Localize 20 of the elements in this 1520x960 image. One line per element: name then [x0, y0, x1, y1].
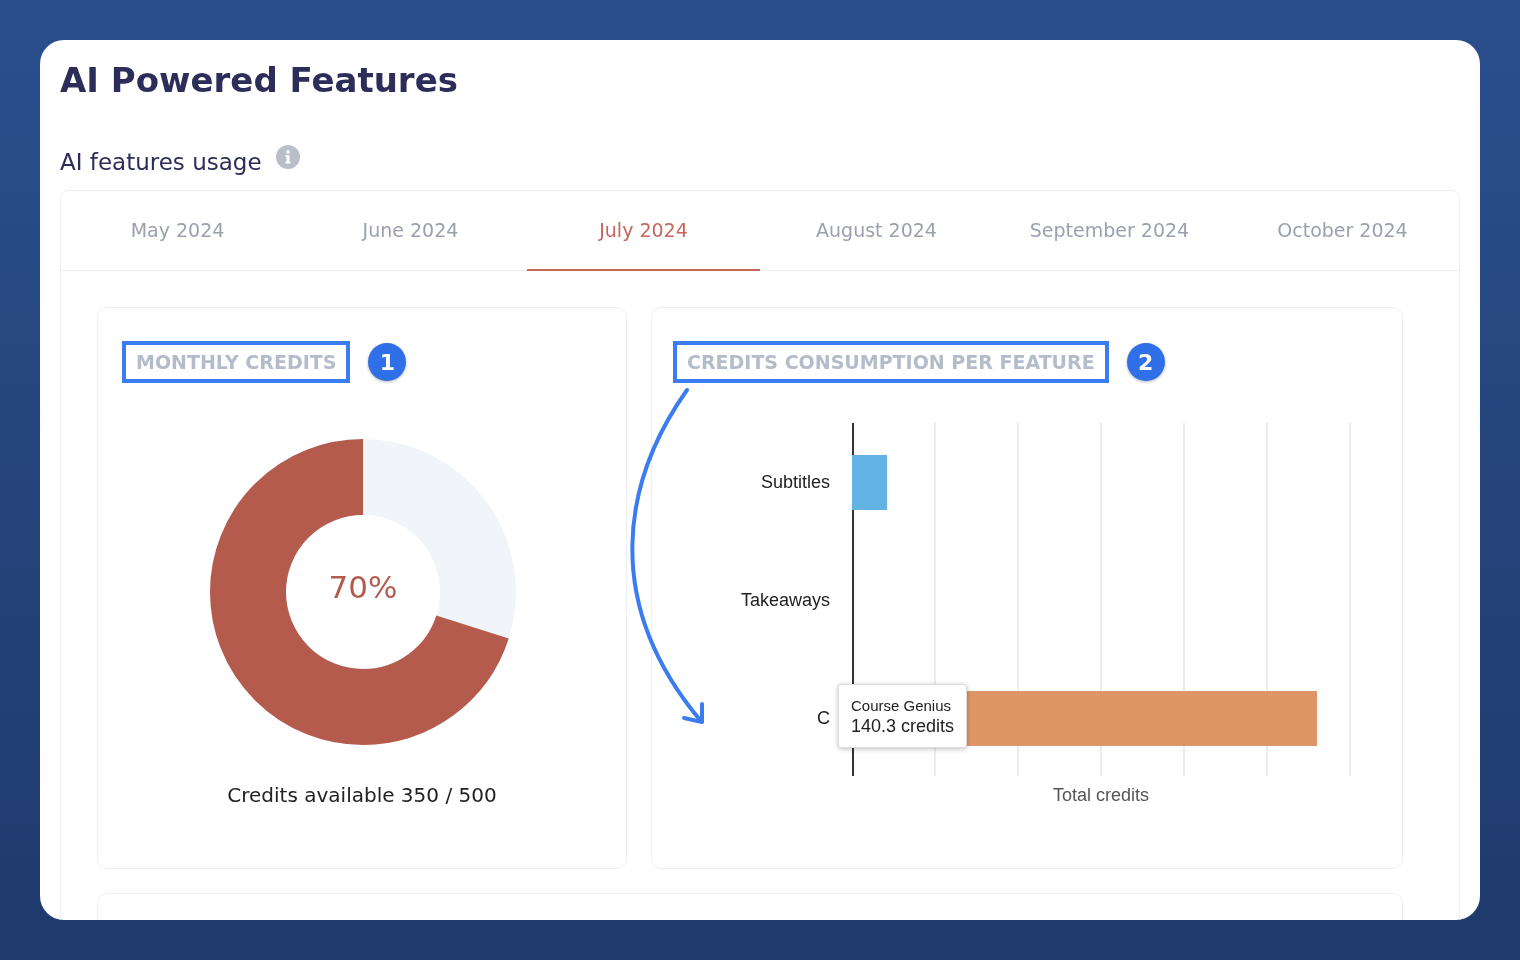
page-title: AI Powered Features: [60, 59, 459, 102]
number-badge: 2: [1126, 343, 1165, 381]
month-tab[interactable]: June 2024: [294, 191, 527, 271]
month-tab[interactable]: August 2024: [760, 191, 993, 271]
bar-label: Subtitles: [759, 471, 830, 493]
bar-label: Takeaways: [739, 589, 830, 611]
month-tab[interactable]: October 2024: [1226, 191, 1459, 271]
number-badge: 1: [368, 343, 407, 381]
credits-caption: Credits available 350 / 500: [226, 783, 498, 807]
section-title: AI features usage: [60, 149, 262, 175]
bar-label: C: [816, 707, 830, 729]
percent-value: 70%: [327, 569, 399, 605]
tooltip: Course Genius 140.3 credits: [838, 684, 968, 748]
info-icon[interactable]: [275, 145, 300, 169]
card-heading: CREDITS CONSUMPTION PER FEATURE: [673, 341, 1109, 383]
month-tab[interactable]: July 2024: [527, 191, 760, 271]
card-heading: MONTHLY CREDITS: [122, 341, 351, 383]
axis-title: Total credits: [1051, 785, 1150, 806]
month-tab[interactable]: May 2024: [61, 191, 294, 271]
month-tab[interactable]: September 2024: [993, 191, 1226, 271]
